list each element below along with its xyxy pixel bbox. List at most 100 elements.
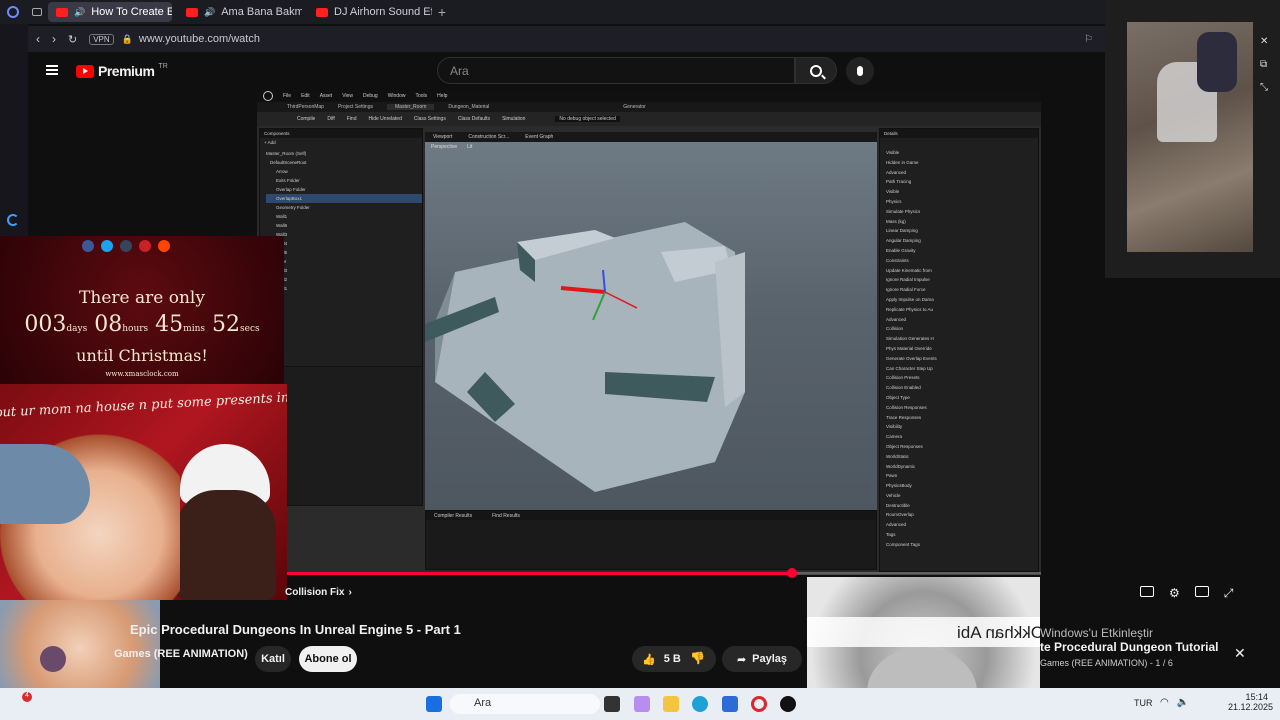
playlist-title[interactable]: te Procedural Dungeon Tutorial [1040,640,1218,654]
tab-how-to-create[interactable]: 🔊 How To Create Epic P [48,2,172,22]
unreal-engine-icon[interactable] [780,696,796,712]
taskbar-search[interactable]: Ara [450,694,600,714]
youtube-logo[interactable]: Premium TR [76,63,168,79]
ue-detail-row: Collision Enabled [886,385,921,391]
video-title: Epic Procedural Dungeons In Unreal Engin… [130,622,461,637]
ue-debug-object: No debug object selected [555,116,620,122]
ue-menu-help: Help [437,93,448,99]
ue-detail-row: Angular Damping [886,238,921,244]
wifi-icon[interactable]: ◠ [1160,697,1169,708]
ue-compile: Compile [297,116,316,122]
windows-start-icon[interactable] [426,696,442,712]
tab-dj-airhorn[interactable]: DJ Airhorn Sound Effect [308,2,432,22]
ue-component-item: Overlap Folder [276,187,306,192]
new-tab-button[interactable]: + [432,4,452,20]
ue-component-item: Geometry Folder [276,205,310,210]
miniplayer-icon[interactable] [1194,586,1209,597]
ue-detail-row: Vehicle [886,492,901,498]
store-icon[interactable] [722,696,738,712]
workspaces-icon[interactable] [26,0,48,24]
file-explorer-icon[interactable] [663,696,679,712]
ue-detail-row: Phys Material Override [886,345,932,351]
close-icon[interactable]: ✕ [1260,36,1268,47]
ue-detail-row: Pawn [886,473,898,479]
thumbs-down-icon[interactable]: 👎 [690,651,705,665]
ue-detail-row: RoomOverlap [886,512,914,518]
copilot-icon[interactable] [634,696,650,712]
vpn-badge[interactable]: VPN [89,33,114,45]
resize-icon[interactable]: ⤡ [1260,82,1268,93]
forward-icon[interactable]: › [52,32,56,46]
language-indicator[interactable]: TUR [1134,698,1153,708]
browser-sidebar [0,24,28,236]
ue-components-list: Master_Room (Self) DefaultSceneRoot Arrow E… [260,149,422,293]
xmas-days: 003 [24,312,67,337]
url-field[interactable]: www.youtube.com/watch [139,33,260,45]
tab-ama-bana-bakma[interactable]: 🔊 Ama Bana Bakma Öyl [178,2,302,22]
ue-component-item: Master_Room (Self) [266,151,307,156]
meme-banner-text: put ur mom na house n put some presents … [0,389,287,421]
ue-detail-row: Component Tags [886,541,920,547]
back-icon[interactable]: ‹ [36,32,40,46]
chapter-label: Collision Fix [285,587,345,598]
ue-detail-row: Can Character Step Up [886,365,933,371]
ue-component-item: Exits Folder [276,178,300,183]
edge-icon[interactable] [692,696,708,712]
voice-search-button[interactable] [846,57,874,85]
search-button[interactable] [795,57,837,84]
xmas-line1: There are only [79,288,205,308]
ue-viewport-tabs: Viewport Construction Scr... Event Graph [425,132,877,142]
subtitles-icon[interactable] [1140,586,1154,597]
progress-thumb[interactable] [787,568,798,578]
xmas-hours-label: hours [122,324,149,334]
opera-icon[interactable] [751,696,767,712]
ue-detail-row: Visibility [886,424,903,430]
player-controls-right: ⚙ ⤢ [1140,586,1233,601]
ue-detail-row: Hidden in Game [886,159,919,165]
chapter-button[interactable]: Collision Fix › [285,587,352,598]
xmas-countdown-overlay: There are only 003days 08hours 45mins 52… [0,236,284,384]
playlist-index: 1 / 6 [1155,658,1173,668]
clock[interactable]: 15:14 21.12.2025 [1228,692,1273,712]
menu-icon[interactable] [46,65,58,75]
xmas-countdown: 003days 08hours 45mins 52secs [0,312,284,337]
channel-name[interactable]: Games (REE ANIMATION) [114,648,248,660]
join-button[interactable]: Katıl [255,646,291,672]
fullscreen-icon[interactable]: ⤢ [1224,586,1234,601]
ue-detail-row: Replicate Physics to Au [886,306,934,312]
back-to-tab-icon[interactable]: ⧉ [1260,59,1268,70]
ue-detail-row: Trace Responses [886,414,922,420]
subscribe-button[interactable]: Abone ol [299,646,357,672]
close-icon[interactable]: ✕ [1234,645,1246,662]
ue-tab-active: Master_Room [387,104,435,110]
ue-tab: ThirdPersonMap [287,104,324,110]
thumbs-up-icon: 👍 [642,653,656,666]
ue-detail-row: Visible [886,150,900,155]
share-label: Paylaş [752,653,788,665]
reload-icon[interactable]: ↻ [68,33,77,46]
share-button[interactable]: ➦ Paylaş [722,646,802,672]
volume-icon[interactable]: 🔈 [1177,697,1189,708]
opera-logo-icon[interactable] [0,0,26,24]
ue-results-panel: Compiler Results Find Results [425,510,877,570]
ue-component-item: Wall5 [266,248,422,257]
channel-avatar[interactable] [40,646,66,672]
ue-detail-row: Enable Gravity [886,247,916,253]
ue-details-list: Visible Hidden in Game Advanced Path Tracin… [880,148,1038,550]
ue-menu-debug: Debug [362,93,378,99]
settings-icon[interactable]: ⚙ [1169,586,1180,601]
ue-component-item: Arrow [276,169,288,174]
ue-detail-row: Path Tracing [886,179,912,185]
ue-simulation: Simulation [502,116,526,122]
video-player[interactable]: File Edit Asset View Debug Window Tools … [257,90,1041,574]
bookmark-icon[interactable]: ⚐ [1084,34,1093,45]
progress-bar-fill [287,572,793,575]
ue-detail-row: Mass (kg) [886,218,906,224]
ue-diff: Diff [327,116,335,122]
ue-detail-row: Simulation Generates H [886,336,934,342]
task-view-icon[interactable] [604,696,620,712]
search-input[interactable]: Ara [437,57,795,84]
ue-menu-edit: Edit [301,93,310,99]
xmas-hours: 08 [94,312,123,337]
ue-component-item: OverlapBox1 [266,194,422,203]
